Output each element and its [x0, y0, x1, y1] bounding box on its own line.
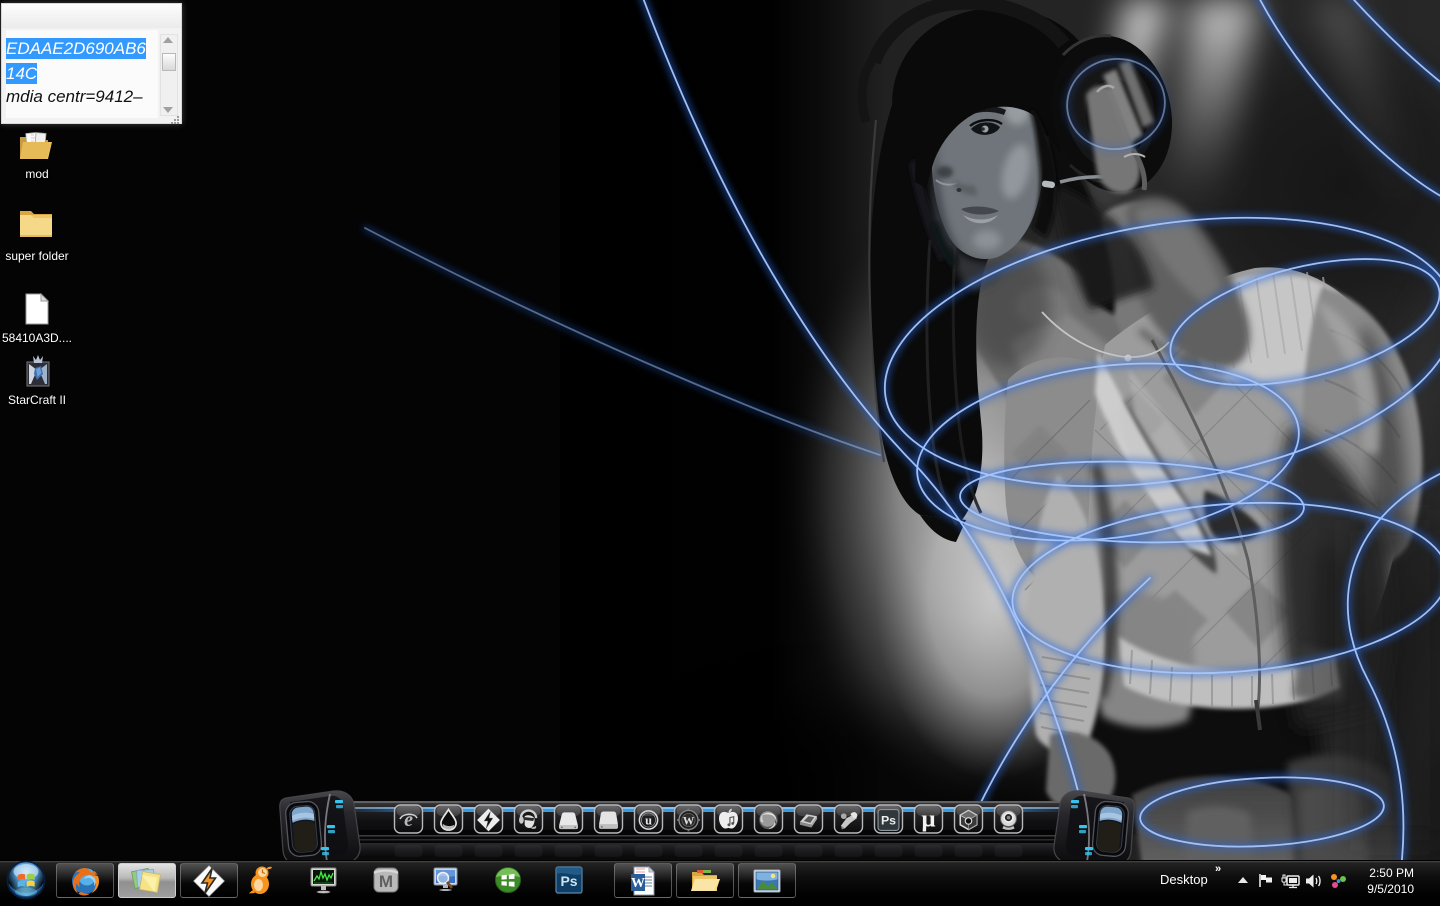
svg-text:M: M — [379, 872, 393, 891]
svg-text:u: u — [645, 814, 652, 828]
svg-text:e: e — [404, 809, 413, 831]
svg-text:Ps: Ps — [560, 873, 577, 889]
svg-text:Ps: Ps — [881, 814, 896, 828]
svg-text:W: W — [631, 876, 645, 891]
svg-text:μ: μ — [922, 806, 936, 833]
svg-text:W: W — [683, 815, 695, 827]
